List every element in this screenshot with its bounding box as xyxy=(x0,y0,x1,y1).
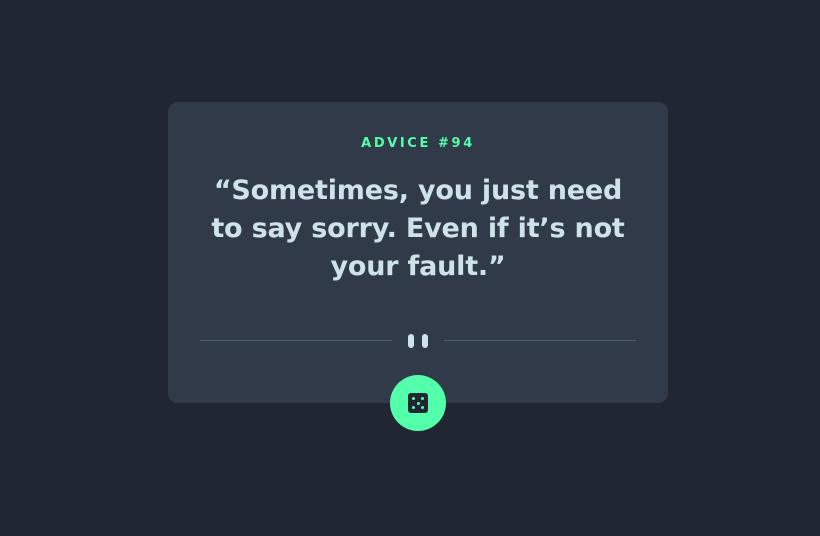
dice-icon xyxy=(408,393,428,413)
advice-quote: “Sometimes, you just need to say sorry. … xyxy=(211,175,625,282)
divider-line-left xyxy=(200,340,392,341)
new-advice-button[interactable] xyxy=(390,375,446,431)
advice-card: ADVICE #94 “Sometimes, you just need to … xyxy=(168,102,668,403)
divider-line-right xyxy=(444,340,636,341)
divider xyxy=(200,330,636,352)
pause-icon xyxy=(408,334,428,348)
advice-id-label: ADVICE #94 xyxy=(361,136,475,151)
